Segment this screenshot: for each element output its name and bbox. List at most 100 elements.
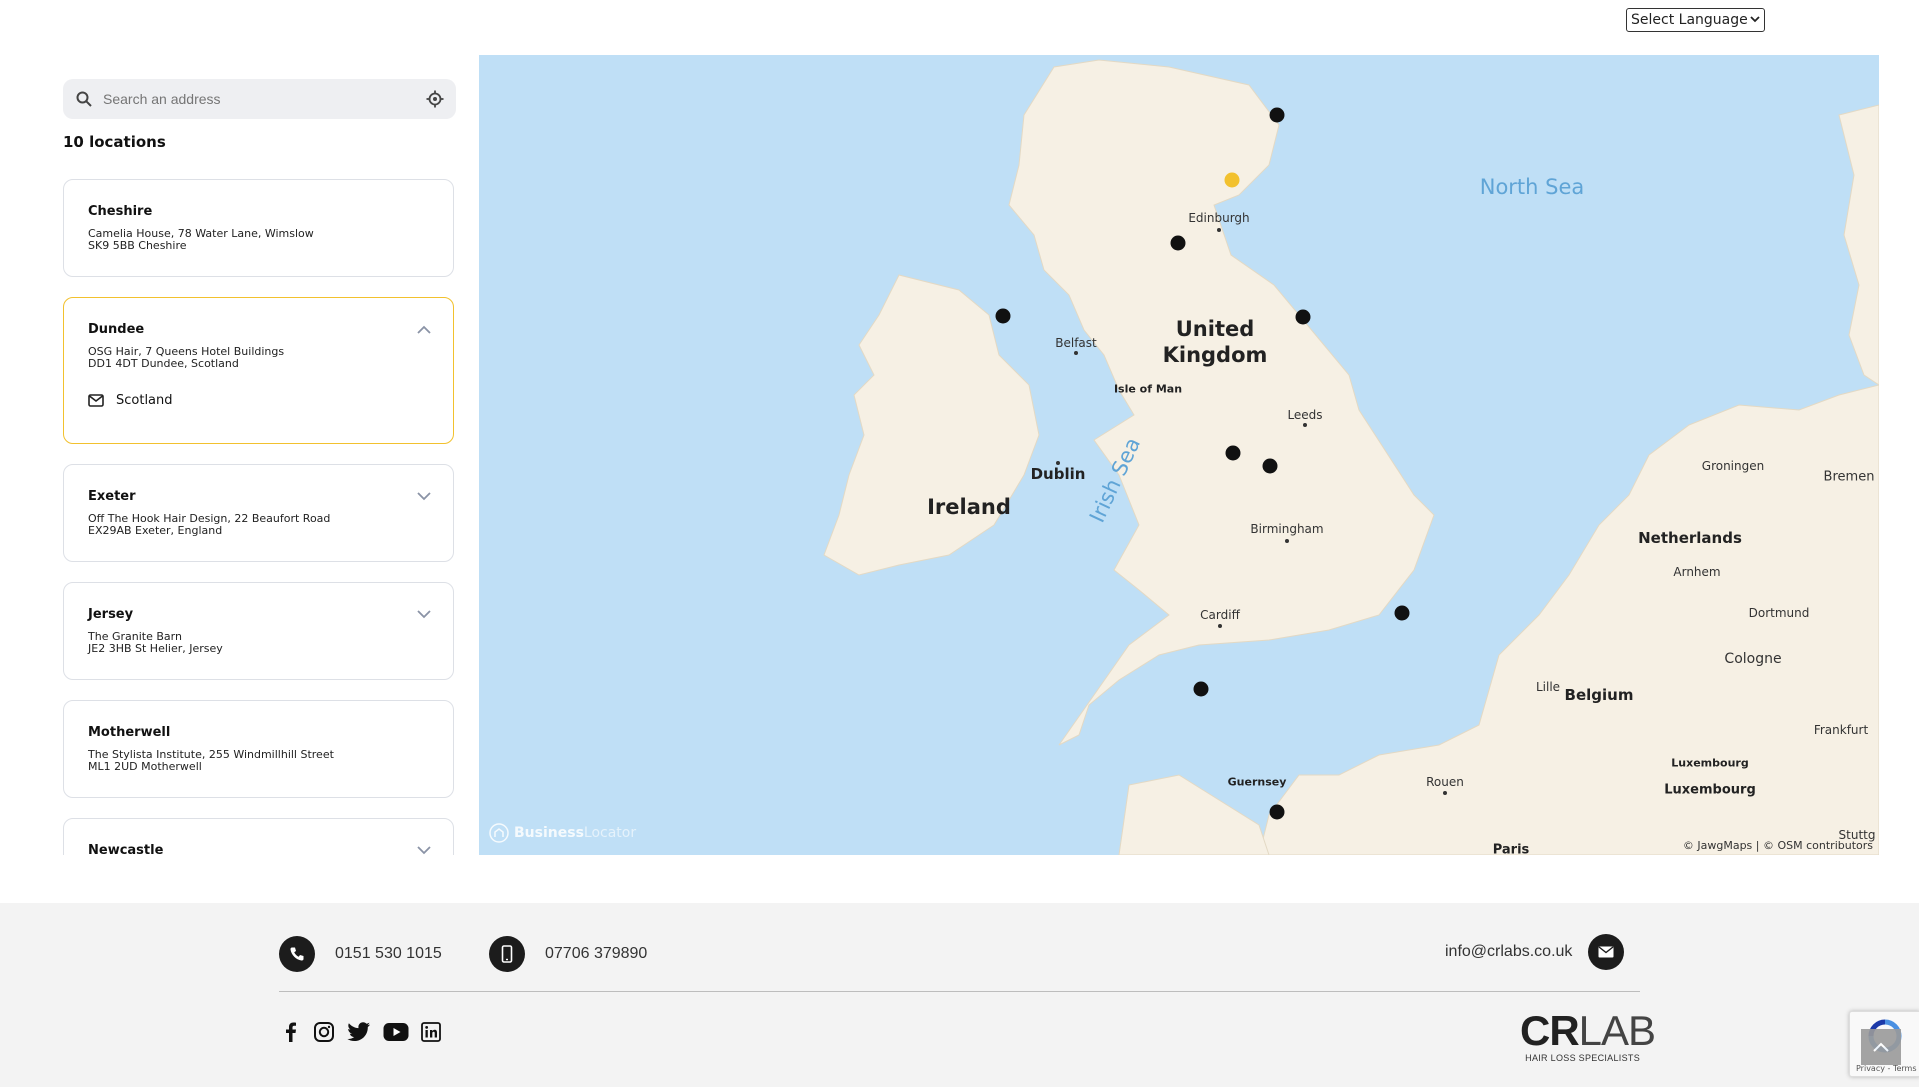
map-marker[interactable]	[1394, 605, 1410, 621]
footer-divider	[279, 991, 1640, 992]
chevron-up-icon[interactable]	[417, 325, 431, 334]
crosshair-icon[interactable]	[426, 90, 444, 108]
instagram-icon[interactable]	[313, 1021, 335, 1043]
linkedin-icon[interactable]	[421, 1022, 441, 1042]
location-name: Newcastle	[88, 843, 164, 855]
footer-email[interactable]: info@crlabs.co.uk	[1445, 934, 1625, 970]
map-city-dot	[1303, 423, 1307, 427]
map-city-dot	[1218, 624, 1222, 628]
language-select-label: Select Language	[1631, 12, 1748, 28]
map-label-leeds: Leeds	[1287, 408, 1323, 422]
location-card-cheshire[interactable]: Cheshire Camelia House, 78 Water Lane, W…	[63, 179, 454, 277]
map-label-cologne: Cologne	[1724, 651, 1782, 667]
search-input[interactable]	[103, 79, 403, 119]
business-locator-logo: Business Locator	[489, 823, 636, 843]
map-city-dot	[1217, 228, 1221, 232]
search-icon	[76, 91, 92, 107]
map-label-north-sea: North Sea	[1479, 175, 1585, 199]
language-select[interactable]: Select Language	[1626, 8, 1765, 32]
locations-count: 10 locations	[63, 133, 166, 151]
map-marker[interactable]	[1269, 804, 1285, 820]
location-card-jersey[interactable]: Jersey The Granite Barn JE2 3HB St Helie…	[63, 582, 454, 680]
map-city-dot	[1074, 351, 1078, 355]
map-marker[interactable]	[1193, 681, 1209, 697]
footer: 0151 530 1015 07706 379890 info@crlabs.c…	[0, 903, 1919, 1087]
map-city-dot	[1056, 461, 1060, 465]
footer-mobile-number: 07706 379890	[545, 945, 648, 962]
map-label-cardiff: Cardiff	[1200, 608, 1240, 622]
location-card-dundee[interactable]: Dundee OSG Hair, 7 Queens Hotel Building…	[63, 297, 454, 444]
map-marker[interactable]	[1295, 309, 1311, 325]
map-label-dublin: Dublin	[1030, 465, 1086, 483]
crlab-logo[interactable]: CRLAB HAIR LOSS SPECIALISTS	[1520, 1010, 1656, 1064]
location-address: OSG Hair, 7 Queens Hotel Buildings DD1 4…	[88, 345, 285, 370]
map-city-dot	[1285, 539, 1289, 543]
location-card-newcastle[interactable]: Newcastle	[63, 818, 454, 855]
twitter-icon[interactable]	[347, 1022, 371, 1042]
map-label-belfast: Belfast	[1055, 336, 1097, 350]
map-label-luxembourg-region: Luxembourg	[1671, 756, 1749, 770]
map-label-paris: Paris	[1492, 842, 1530, 856]
locations-panel: 10 locations Cheshire Camelia House, 78 …	[63, 55, 456, 855]
chevron-down-icon[interactable]	[417, 492, 431, 501]
location-address: The Stylista Institute, 255 Windmillhill…	[88, 748, 334, 773]
map-attribution[interactable]: © JawgMaps | © OSM contributors	[1683, 839, 1873, 852]
envelope-icon	[88, 394, 104, 407]
map-label-edinburgh: Edinburgh	[1188, 211, 1250, 225]
map-label-lille: Lille	[1535, 680, 1561, 694]
map-landmass	[823, 59, 1879, 855]
envelope-icon	[1588, 934, 1625, 970]
logo-tagline: HAIR LOSS SPECIALISTS	[1525, 1053, 1640, 1063]
mobile-icon	[489, 936, 525, 972]
map-label-rouen: Rouen	[1426, 775, 1464, 789]
map-label-luxembourg-city: Luxembourg	[1664, 782, 1756, 798]
location-name: Dundee	[88, 322, 145, 337]
house-icon	[489, 823, 509, 843]
map-label-united-kingdom: United Kingdom	[1162, 317, 1268, 367]
location-card-exeter[interactable]: Exeter Off The Hook Hair Design, 22 Beau…	[63, 464, 454, 562]
map-label-bremen: Bremen	[1823, 469, 1875, 485]
chevron-down-icon[interactable]	[417, 610, 431, 619]
map-label-isle-of-man: Isle of Man	[1113, 382, 1183, 396]
facebook-icon[interactable]	[281, 1021, 301, 1043]
map-label-belgium: Belgium	[1564, 686, 1634, 704]
map-label-dortmund: Dortmund	[1748, 606, 1810, 620]
youtube-icon[interactable]	[383, 1022, 409, 1042]
location-address: Camelia House, 78 Water Lane, Wimslow SK…	[88, 227, 314, 252]
location-address: The Granite Barn JE2 3HB St Helier, Jers…	[88, 630, 223, 655]
map-label-birmingham: Birmingham	[1250, 522, 1324, 536]
map-marker[interactable]	[995, 308, 1011, 324]
footer-mobile[interactable]: 07706 379890	[489, 936, 647, 972]
footer-phone[interactable]: 0151 530 1015	[279, 936, 442, 972]
phone-icon	[279, 936, 315, 972]
map[interactable]: North Sea Edinburgh United Kingdom Belfa…	[479, 55, 1879, 855]
map-marker-selected[interactable]	[1224, 172, 1240, 188]
map-label-groningen: Groningen	[1701, 459, 1765, 473]
location-region: Scotland	[88, 393, 173, 408]
location-name: Motherwell	[88, 725, 171, 740]
map-label-arnhem: Arnhem	[1673, 565, 1721, 579]
location-region-label: Scotland	[116, 393, 173, 408]
location-card-motherwell[interactable]: Motherwell The Stylista Institute, 255 W…	[63, 700, 454, 798]
map-marker[interactable]	[1170, 235, 1186, 251]
location-name: Jersey	[88, 607, 134, 622]
map-marker[interactable]	[1262, 458, 1278, 474]
map-label-ireland: Ireland	[927, 495, 1011, 519]
footer-email-address: info@crlabs.co.uk	[1445, 943, 1573, 960]
map-label-netherlands: Netherlands	[1638, 529, 1742, 547]
location-address: Off The Hook Hair Design, 22 Beaufort Ro…	[88, 512, 331, 537]
map-marker[interactable]	[1269, 107, 1285, 123]
chevron-down-icon	[1750, 16, 1760, 23]
chevron-up-icon	[1873, 1042, 1889, 1052]
footer-phone-number: 0151 530 1015	[335, 945, 442, 962]
scroll-to-top-button[interactable]	[1861, 1029, 1901, 1065]
map-label-frankfurt: Frankfurt	[1813, 723, 1869, 737]
location-name: Exeter	[88, 489, 136, 504]
map-label-guernsey: Guernsey	[1227, 775, 1287, 789]
location-name: Cheshire	[88, 204, 153, 219]
recaptcha-links[interactable]: Privacy - Terms	[1856, 1064, 1917, 1073]
search-bar	[63, 79, 456, 119]
map-marker[interactable]	[1225, 445, 1241, 461]
map-city-dot	[1443, 791, 1447, 795]
chevron-down-icon[interactable]	[417, 846, 431, 855]
